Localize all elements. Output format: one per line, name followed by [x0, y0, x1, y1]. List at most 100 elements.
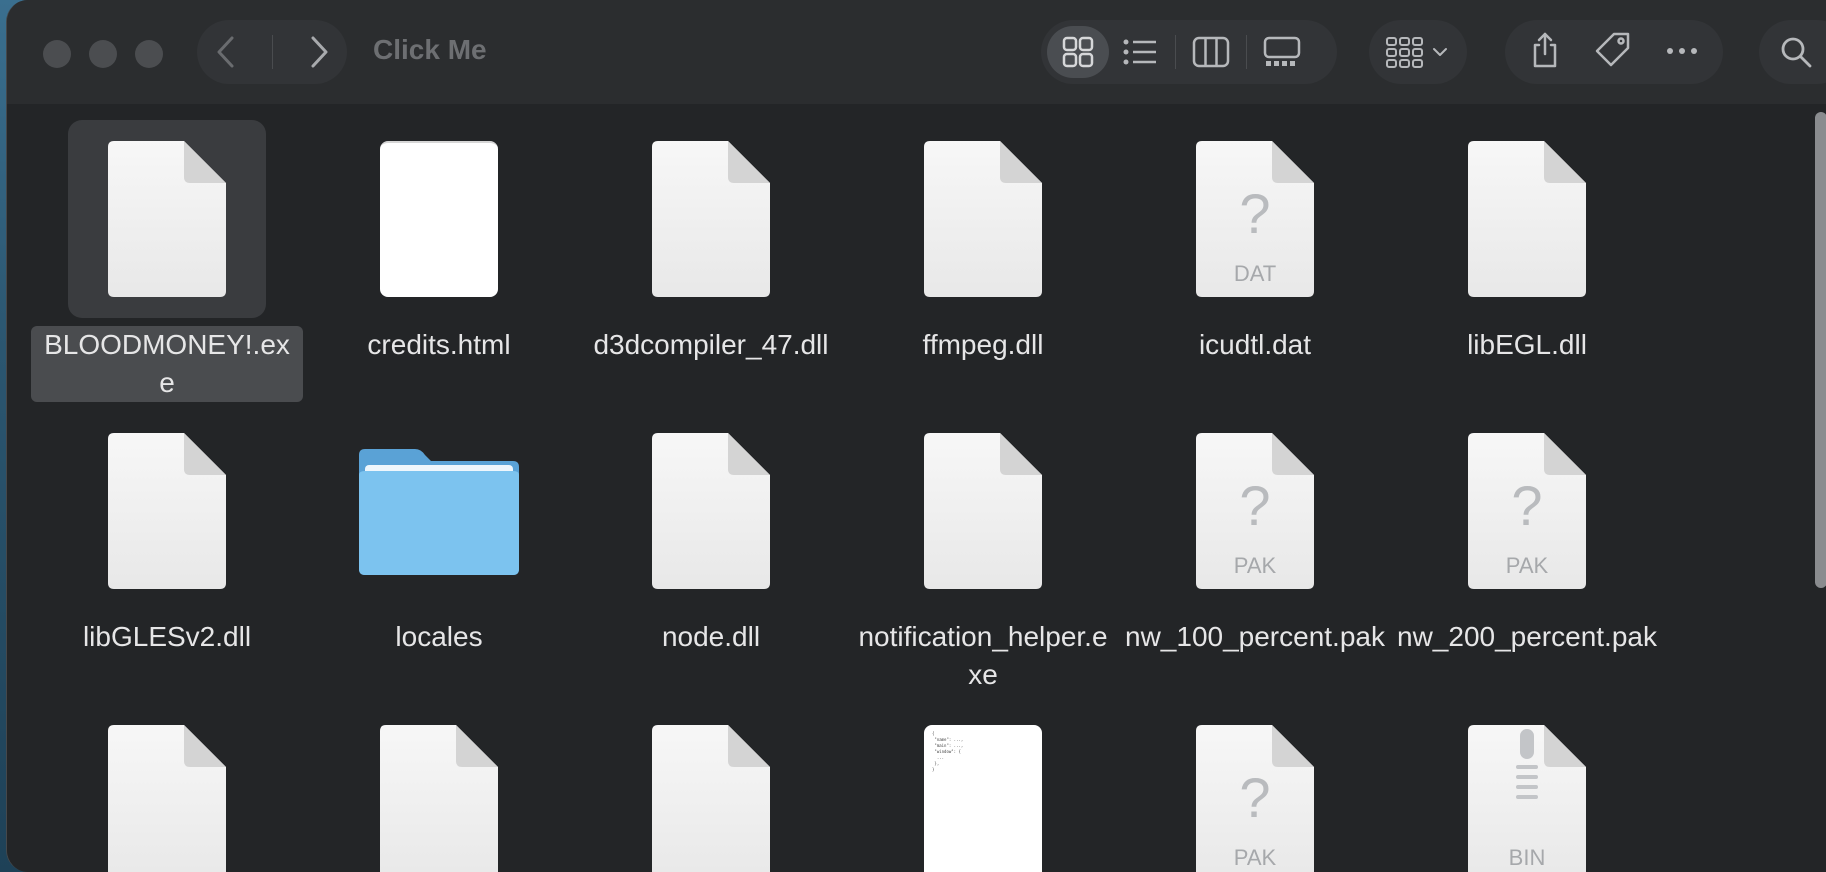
view-divider — [1246, 35, 1247, 69]
list-icon — [1123, 39, 1156, 65]
file-item[interactable]: credits.html — [303, 120, 575, 364]
tag-icon[interactable] — [1594, 31, 1632, 74]
group-by-button[interactable] — [1369, 20, 1467, 84]
file-extension-label: PAK — [1233, 553, 1277, 578]
file-item[interactable] — [575, 704, 847, 872]
item-icon-box — [612, 412, 810, 610]
file-item[interactable]: { "name": ..., "main": ..., "window": { … — [847, 704, 1119, 872]
document-icon — [108, 725, 226, 872]
item-icon-box — [1428, 120, 1626, 318]
item-icon-box: BIN — [1428, 704, 1626, 872]
column-view-button[interactable] — [1180, 26, 1242, 78]
unknown-document-icon: ? PAK — [1196, 433, 1314, 589]
group-by-icon — [1386, 37, 1447, 68]
file-name: libEGL.dll — [1467, 329, 1587, 360]
file-item[interactable]: BLOODMONEY!.exe — [31, 120, 303, 402]
question-mark-icon: ? — [1239, 182, 1271, 245]
file-item[interactable]: notification_helper.exe — [847, 412, 1119, 694]
unknown-document-icon: ? DAT — [1196, 141, 1314, 297]
file-item[interactable]: ? PAK — [1119, 704, 1391, 872]
question-mark-icon: ? — [1239, 474, 1271, 537]
text-preview-icon: { "name": ..., "main": ..., "window": { … — [924, 725, 1042, 872]
item-icon-box — [612, 120, 810, 318]
file-name: notification_helper.exe — [858, 621, 1108, 690]
item-icon-box — [884, 412, 1082, 610]
item-icon-box: ? DAT — [1156, 120, 1354, 318]
item-icon-box — [884, 120, 1082, 318]
chevron-right-icon[interactable] — [308, 35, 330, 69]
columns-icon — [1192, 36, 1230, 68]
file-extension-label: PAK — [1233, 845, 1277, 870]
item-icon-box — [340, 704, 538, 872]
file-name: BLOODMONEY!.exe — [31, 326, 303, 402]
document-icon — [108, 141, 226, 297]
minimize-button[interactable] — [89, 40, 117, 68]
gallery-icon — [1263, 36, 1301, 66]
item-icon-box: { "name": ..., "main": ..., "window": { … — [884, 704, 1082, 872]
file-item[interactable]: ? DAT icudtl.dat — [1119, 120, 1391, 364]
item-icon-box — [68, 120, 266, 318]
icon-view-button[interactable] — [1047, 26, 1109, 78]
file-item[interactable] — [303, 704, 575, 872]
document-icon — [924, 433, 1042, 589]
file-extension-label: DAT — [1233, 261, 1277, 286]
document-icon — [652, 725, 770, 872]
document-icon — [924, 141, 1042, 297]
toolbar: Click Me — [7, 0, 1826, 104]
file-item[interactable]: ? PAK nw_100_percent.pak — [1119, 412, 1391, 656]
item-icon-box — [612, 704, 810, 872]
item-icon-box: ? PAK — [1428, 412, 1626, 610]
item-icon-box — [68, 704, 266, 872]
file-item[interactable] — [31, 704, 303, 872]
file-name: nw_100_percent.pak — [1125, 621, 1385, 652]
nav-divider — [271, 35, 273, 69]
file-item[interactable]: BIN — [1391, 704, 1663, 872]
file-item[interactable]: libGLESv2.dll — [31, 412, 303, 656]
folder-item[interactable]: locales — [303, 412, 575, 656]
search-button[interactable] — [1759, 20, 1826, 84]
file-extension-label: PAK — [1505, 553, 1549, 578]
file-name: icudtl.dat — [1198, 329, 1312, 360]
folder-icon — [357, 443, 521, 580]
close-button[interactable] — [43, 40, 71, 68]
file-name: nw_200_percent.pak — [1397, 621, 1657, 652]
file-name: locales — [395, 621, 483, 652]
view-switcher — [1041, 20, 1337, 84]
file-grid: BLOODMONEY!.exe credits.html d3dcompiler_… — [7, 104, 1826, 872]
window-title: Click Me — [373, 34, 487, 65]
file-item[interactable]: ? PAK nw_200_percent.pak — [1391, 412, 1663, 656]
file-item[interactable]: node.dll — [575, 412, 847, 656]
file-item[interactable]: d3dcompiler_47.dll — [575, 120, 847, 364]
file-name: d3dcompiler_47.dll — [593, 329, 829, 360]
unknown-document-icon: ? PAK — [1196, 725, 1314, 872]
question-mark-icon: ? — [1239, 766, 1271, 829]
action-buttons — [1505, 20, 1723, 84]
scrollbar[interactable] — [1815, 112, 1826, 588]
item-icon-box — [340, 412, 538, 610]
file-name: credits.html — [367, 329, 511, 360]
search-icon — [1781, 37, 1812, 68]
navigation-buttons — [197, 20, 347, 84]
html-document-icon — [380, 141, 498, 297]
document-icon — [652, 141, 770, 297]
list-view-button[interactable] — [1109, 26, 1171, 78]
question-mark-icon: ? — [1511, 474, 1543, 537]
file-item[interactable]: libEGL.dll — [1391, 120, 1663, 364]
chevron-left-icon[interactable] — [215, 35, 237, 69]
document-icon — [108, 433, 226, 589]
file-item[interactable]: ffmpeg.dll — [847, 120, 1119, 364]
more-icon[interactable] — [1666, 43, 1698, 61]
document-icon — [380, 725, 498, 872]
archive-document-icon: BIN — [1468, 725, 1586, 872]
unknown-document-icon: ? PAK — [1468, 433, 1586, 589]
grid-icon — [1062, 36, 1094, 68]
file-name: ffmpeg.dll — [922, 329, 1044, 360]
zoom-button[interactable] — [135, 40, 163, 68]
share-icon[interactable] — [1530, 31, 1560, 74]
document-icon — [1468, 141, 1586, 297]
gallery-view-button[interactable] — [1251, 26, 1313, 78]
finder-window: Click Me BLOODMONEY!.exe credits.html d3… — [6, 0, 1826, 872]
file-extension-label: BIN — [1508, 845, 1546, 870]
item-icon-box: ? PAK — [1156, 412, 1354, 610]
item-icon-box: ? PAK — [1156, 704, 1354, 872]
